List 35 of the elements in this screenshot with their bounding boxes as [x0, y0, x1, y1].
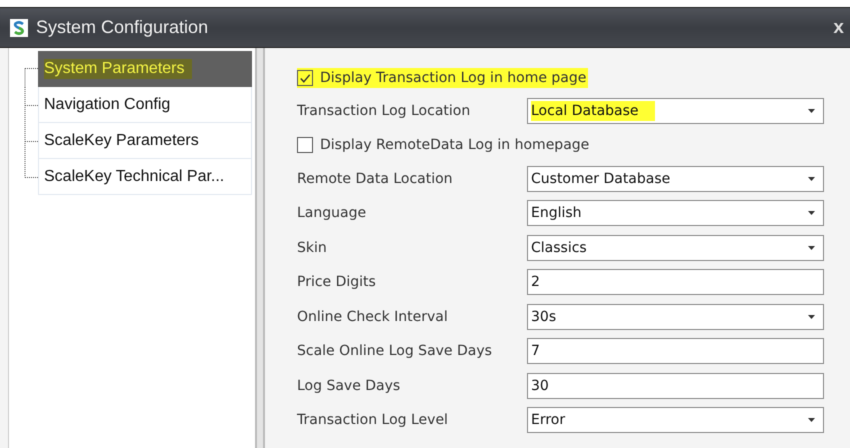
checkbox-label: Display RemoteData Log in homepage — [320, 137, 590, 153]
caret-icon — [808, 246, 815, 250]
window-title: System Configuration — [36, 17, 210, 38]
caret-icon — [808, 176, 815, 181]
field-label: Scale Online Log Save Days — [297, 343, 493, 360]
dropdown[interactable]: Local Database — [527, 98, 824, 124]
tree-item[interactable]: ScaleKey Parameters — [38, 123, 252, 159]
tree-item[interactable]: Navigation Config — [38, 87, 252, 123]
close-button[interactable]: x — [827, 16, 850, 38]
input-field[interactable]: 7 — [527, 338, 824, 364]
caret-icon — [808, 418, 815, 422]
caret-icon — [808, 109, 815, 114]
dropdown[interactable]: Classics — [527, 234, 824, 261]
field-label: Skin — [297, 240, 328, 256]
caret-icon — [808, 314, 815, 319]
checkbox-label: Display Transaction Log in home page — [320, 70, 586, 86]
field-label: Remote Data Location — [297, 170, 454, 187]
field-label: Online Check Interval — [297, 308, 449, 325]
input-field[interactable]: 30 — [527, 372, 824, 399]
dropdown[interactable]: Error — [527, 407, 824, 434]
tree-item[interactable]: ScaleKey Technical Par... — [38, 159, 252, 195]
tree-item[interactable]: System Parameters — [38, 51, 252, 87]
dropdown[interactable]: 30s — [527, 304, 824, 330]
app-logo-icon — [10, 18, 28, 36]
field-label: Price Digits — [297, 274, 377, 290]
field-label: Language — [297, 205, 368, 222]
checkbox[interactable] — [297, 70, 313, 86]
dropdown[interactable]: Customer Database — [527, 166, 824, 192]
checkbox[interactable] — [297, 137, 313, 153]
field-label: Transaction Log Level — [297, 412, 449, 428]
field-label: Transaction Log Location — [297, 103, 472, 120]
dropdown[interactable]: English — [527, 200, 824, 226]
field-label: Log Save Days — [297, 378, 402, 394]
caret-icon — [808, 211, 815, 216]
input-field[interactable]: 2 — [527, 269, 824, 296]
